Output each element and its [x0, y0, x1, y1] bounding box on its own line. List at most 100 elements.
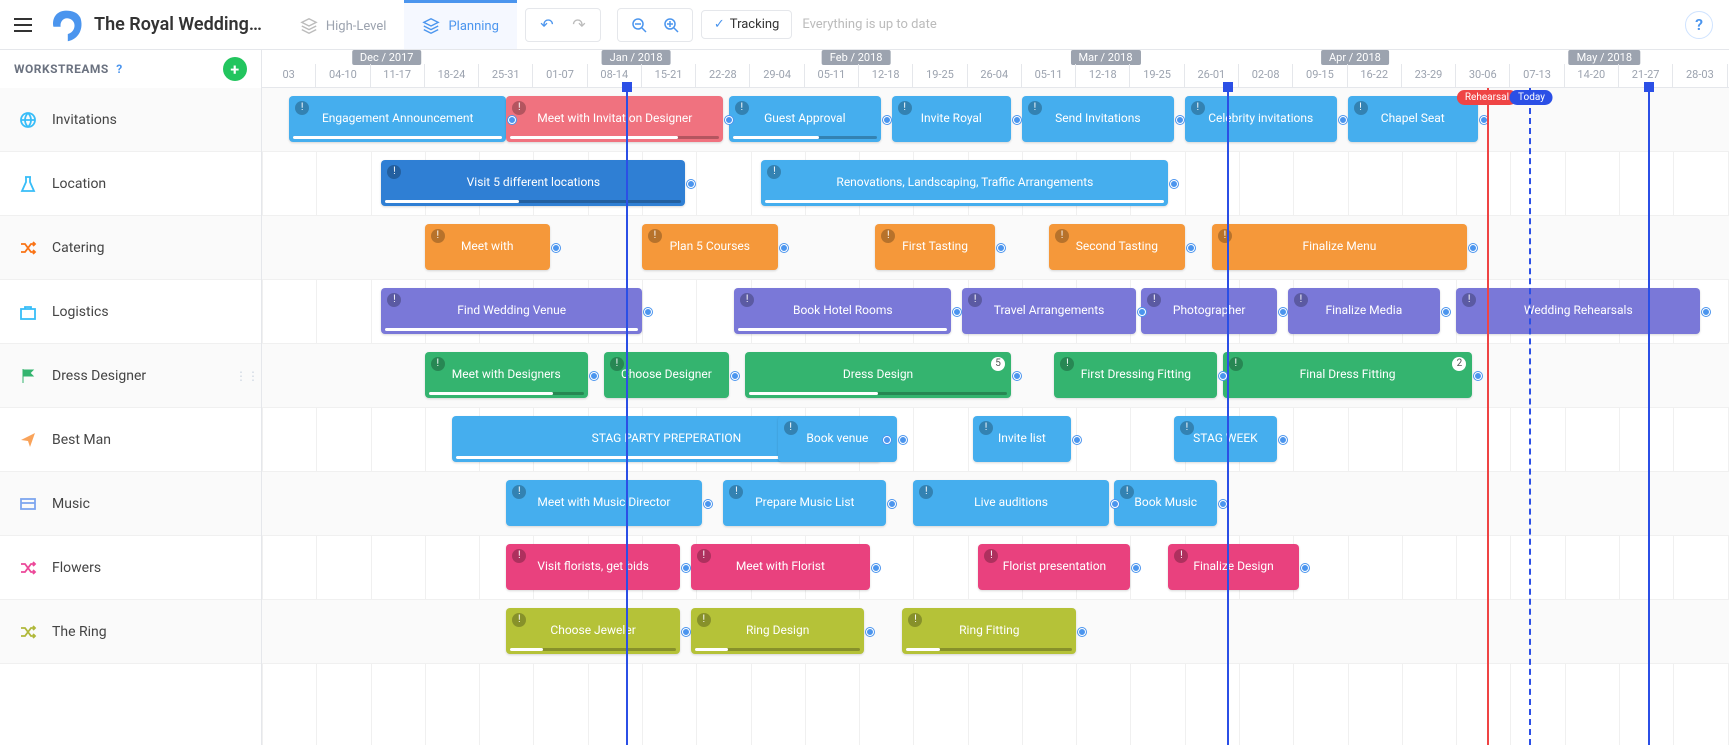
- connector-dot[interactable]: [1073, 436, 1081, 444]
- menu-icon[interactable]: [8, 10, 38, 40]
- flask-icon: [18, 174, 38, 194]
- connector-dot[interactable]: [682, 628, 690, 636]
- task-label: Ring Design: [746, 624, 809, 638]
- tab-high-level[interactable]: High-Level: [282, 0, 405, 49]
- undo-icon[interactable]: ↶: [534, 12, 560, 38]
- task-card[interactable]: !Visit florists, get bids: [506, 544, 680, 590]
- connector-dot[interactable]: [552, 244, 560, 252]
- task-card[interactable]: !Travel Arrangements: [962, 288, 1136, 334]
- sidebar-item-dress-designer[interactable]: Dress Designer ⋮⋮: [0, 344, 261, 408]
- connector-dot[interactable]: [883, 436, 891, 444]
- task-card[interactable]: 5Dress Design: [745, 352, 1011, 398]
- task-card[interactable]: !Invite Royal: [892, 96, 1011, 142]
- task-card[interactable]: !Meet with Invitation Designer: [506, 96, 723, 142]
- sidebar-item-flowers[interactable]: Flowers: [0, 536, 261, 600]
- connector-dot[interactable]: [780, 244, 788, 252]
- connector-dot[interactable]: [883, 116, 891, 124]
- connector-dot[interactable]: [644, 308, 652, 316]
- task-card[interactable]: !Plan 5 Courses: [642, 224, 778, 270]
- timeline-marker[interactable]: [1648, 88, 1650, 745]
- task-card[interactable]: !Engagement Announcement: [289, 96, 506, 142]
- connector-dot[interactable]: [704, 500, 712, 508]
- add-workstream-button[interactable]: +: [223, 57, 247, 81]
- sidebar-item-music[interactable]: Music: [0, 472, 261, 536]
- tracking-button[interactable]: ✓ Tracking: [701, 10, 792, 39]
- help-icon[interactable]: ?: [1685, 11, 1713, 39]
- connector-dot[interactable]: [899, 436, 907, 444]
- redo-icon[interactable]: ↷: [566, 12, 592, 38]
- task-card[interactable]: !Meet with: [425, 224, 550, 270]
- connector-dot[interactable]: [997, 244, 1005, 252]
- connector-dot[interactable]: [1279, 308, 1287, 316]
- task-card[interactable]: !Guest Approval: [729, 96, 881, 142]
- task-card[interactable]: !First Tasting: [875, 224, 994, 270]
- sidebar-item-best-man[interactable]: Best Man: [0, 408, 261, 472]
- task-card[interactable]: !Live auditions: [913, 480, 1108, 526]
- workstreams-help-icon[interactable]: ?: [116, 62, 122, 76]
- timeline-marker[interactable]: [1227, 88, 1229, 745]
- timeline-body[interactable]: Rehearsal Today !Engagement Announcement!…: [262, 88, 1729, 745]
- task-card[interactable]: !Renovations, Landscaping, Traffic Arran…: [761, 160, 1168, 206]
- timeline[interactable]: Dec / 2017Jan / 2018Feb / 2018Mar / 2018…: [262, 50, 1729, 745]
- alert-icon: !: [1191, 101, 1205, 115]
- task-card[interactable]: !Meet with Music Director: [506, 480, 701, 526]
- connector-dot[interactable]: [1339, 116, 1347, 124]
- timeline-marker[interactable]: [626, 88, 628, 745]
- task-card[interactable]: !Ring Design: [691, 608, 865, 654]
- sidebar-item-invitations[interactable]: Invitations: [0, 88, 261, 152]
- task-card[interactable]: !2Final Dress Fitting: [1223, 352, 1473, 398]
- task-card[interactable]: !Invite list: [973, 416, 1071, 462]
- task-card[interactable]: !Meet with Florist: [691, 544, 870, 590]
- task-card[interactable]: !Visit 5 different locations: [381, 160, 685, 206]
- send-icon: [18, 430, 38, 450]
- task-card[interactable]: !Book venue: [778, 416, 897, 462]
- zoom-in-icon[interactable]: [658, 12, 684, 38]
- task-card[interactable]: !Choose Jeweler: [506, 608, 680, 654]
- task-card[interactable]: !Photographer: [1141, 288, 1277, 334]
- connector-dot[interactable]: [1279, 436, 1287, 444]
- task-card[interactable]: !Florist presentation: [978, 544, 1130, 590]
- zoom-out-icon[interactable]: [626, 12, 652, 38]
- task-card[interactable]: !Finalize Media: [1288, 288, 1440, 334]
- task-card[interactable]: !Meet with Designers: [425, 352, 588, 398]
- sidebar-item-location[interactable]: Location: [0, 152, 261, 216]
- task-card[interactable]: !Wedding Rehearsals: [1456, 288, 1700, 334]
- task-card[interactable]: !Prepare Music List: [723, 480, 886, 526]
- connector-dot[interactable]: [1301, 564, 1309, 572]
- connector-dot[interactable]: [872, 564, 880, 572]
- task-card[interactable]: !STAG WEEK: [1174, 416, 1277, 462]
- connector-dot[interactable]: [1176, 116, 1184, 124]
- connector-dot[interactable]: [1442, 308, 1450, 316]
- connector-dot[interactable]: [1187, 244, 1195, 252]
- workstream-label: Best Man: [52, 432, 111, 448]
- connector-dot[interactable]: [682, 564, 690, 572]
- connector-dot[interactable]: [1013, 116, 1021, 124]
- task-card[interactable]: !Finalize Design: [1168, 544, 1298, 590]
- task-card[interactable]: !Celebrity invitations: [1185, 96, 1337, 142]
- task-card[interactable]: !Find Wedding Venue: [381, 288, 642, 334]
- task-card[interactable]: !Second Tasting: [1049, 224, 1185, 270]
- flag-icon: [18, 366, 38, 386]
- task-card[interactable]: !Choose Designer: [604, 352, 729, 398]
- connector-dot[interactable]: [731, 372, 739, 380]
- connector-dot[interactable]: [1138, 308, 1146, 316]
- task-card[interactable]: !First Dressing Fitting: [1054, 352, 1217, 398]
- connector-dot[interactable]: [1013, 372, 1021, 380]
- app-logo-icon[interactable]: [48, 7, 84, 43]
- sidebar-item-catering[interactable]: Catering: [0, 216, 261, 280]
- timeline-marker[interactable]: Today: [1529, 88, 1531, 745]
- task-card[interactable]: !Send Invitations: [1022, 96, 1174, 142]
- connector-dot[interactable]: [1469, 244, 1477, 252]
- connector-dot[interactable]: [1111, 500, 1119, 508]
- task-card[interactable]: !Book Music: [1114, 480, 1217, 526]
- tab-planning[interactable]: Planning: [404, 0, 516, 49]
- sidebar-item-logistics[interactable]: Logistics: [0, 280, 261, 344]
- task-card[interactable]: !Ring Fitting: [902, 608, 1076, 654]
- drag-handle-icon[interactable]: ⋮⋮: [235, 373, 259, 379]
- timeline-marker[interactable]: Rehearsal: [1487, 88, 1489, 745]
- task-card[interactable]: !Book Hotel Rooms: [734, 288, 951, 334]
- project-title[interactable]: The Royal Wedding…: [94, 14, 262, 35]
- sidebar-item-the-ring[interactable]: The Ring: [0, 600, 261, 664]
- task-card[interactable]: !Finalize Menu: [1212, 224, 1467, 270]
- connector-dot[interactable]: [590, 372, 598, 380]
